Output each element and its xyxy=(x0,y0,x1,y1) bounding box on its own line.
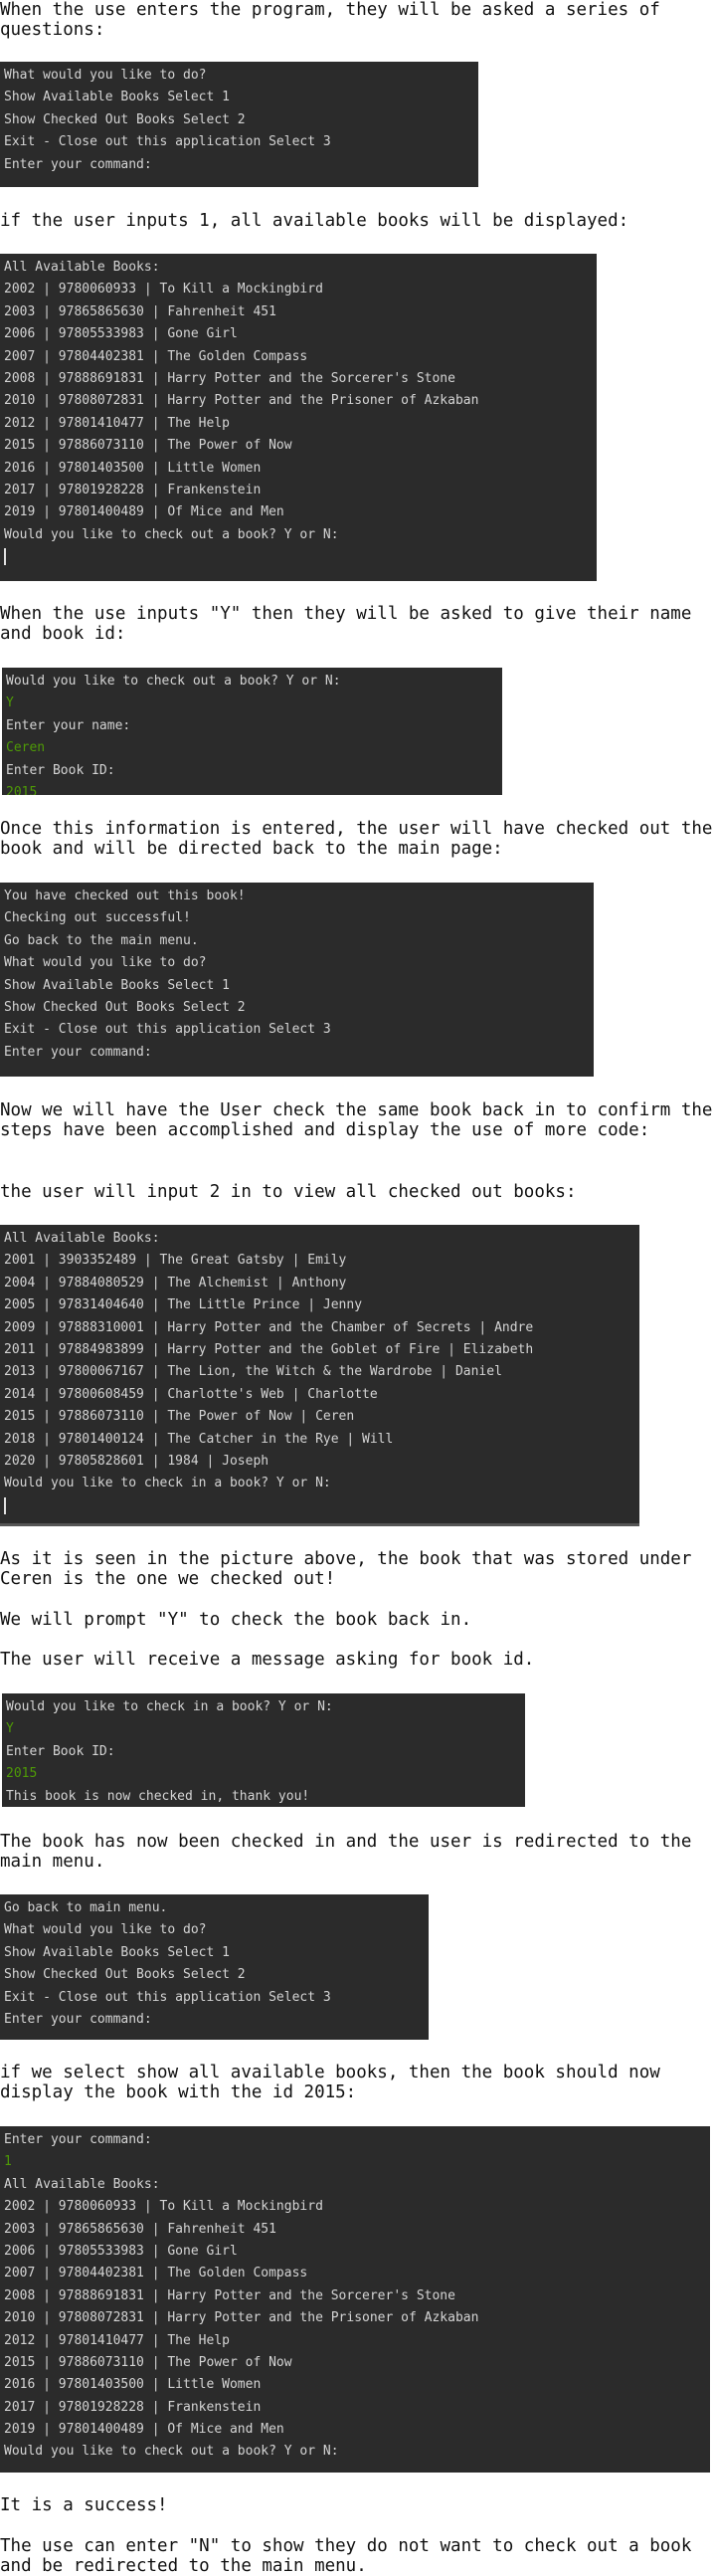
paragraph-checked-in: The book has now been checked in and the… xyxy=(0,1832,702,1872)
terminal-line: Enter Book ID: xyxy=(6,1743,115,1759)
terminal-line: 2015 | 97886073110 | The Power of Now xyxy=(4,2354,292,2370)
terminal-line: Exit - Close out this application Select… xyxy=(4,1989,331,2005)
paragraph-prompt-y: We will prompt "Y" to check the book bac… xyxy=(0,1610,472,1630)
terminal-line: Go back to main menu. xyxy=(4,1900,168,1915)
terminal-line: 2006 | 97805533983 | Gone Girl xyxy=(4,326,238,342)
terminal-checked-out-books: All Available Books: 2001 | 3903352489 |… xyxy=(0,1225,639,1526)
terminal-line: 2002 | 9780060933 | To Kill a Mockingbir… xyxy=(4,2199,323,2215)
terminal-line: All Available Books: xyxy=(4,1231,160,1246)
terminal-line: Would you like to check out a book? Y or… xyxy=(6,674,341,689)
paragraph-input-one: if the user inputs 1, all available book… xyxy=(0,211,629,231)
terminal-line: 2011 | 97884983899 | Harry Potter and th… xyxy=(4,1341,534,1357)
paragraph-intro: When the use enters the program, they wi… xyxy=(0,0,671,40)
paragraph-show-available: if we select show all available books, t… xyxy=(0,2063,671,2102)
terminal-line: 2003 | 97865865630 | Fahrenheit 451 xyxy=(4,2221,276,2237)
terminal-checkout-success: You have checked out this book! Checking… xyxy=(0,883,594,1077)
terminal-line: 2012 | 97801410477 | The Help xyxy=(4,415,230,431)
terminal-back-to-menu: Go back to main menu. What would you lik… xyxy=(0,1894,429,2040)
terminal-cursor-line[interactable] xyxy=(4,546,593,568)
terminal-line: Go back to the main menu. xyxy=(4,932,199,948)
text-cursor xyxy=(4,1496,6,1514)
terminal-line: 2018 | 97801400124 | The Catcher in the … xyxy=(4,1431,394,1447)
terminal-line: 2012 | 97801410477 | The Help xyxy=(4,2332,230,2348)
terminal-line: Would you like to check out a book? Y or… xyxy=(4,526,339,542)
terminal-line: Enter your name: xyxy=(6,717,131,733)
terminal-line: Show Checked Out Books Select 2 xyxy=(4,1967,246,1983)
terminal-checkout-prompt: Would you like to check out a book? Y or… xyxy=(2,668,502,795)
paragraph-seen-above: As it is seen in the picture above, the … xyxy=(0,1549,702,1589)
paragraph-book-id-message: The user will receive a message asking f… xyxy=(0,1650,535,1670)
terminal-line: All Available Books: xyxy=(4,260,160,275)
terminal-line: 2010 | 97808072831 | Harry Potter and th… xyxy=(4,393,479,409)
terminal-line: 2001 | 3903352489 | The Great Gatsby | E… xyxy=(4,1253,347,1269)
document-page: When the use enters the program, they wi… xyxy=(0,0,715,2576)
terminal-line: 2017 | 97801928228 | Frankenstein xyxy=(4,482,262,497)
terminal-line: Exit - Close out this application Select… xyxy=(4,134,331,150)
terminal-available-books-updated: Enter your command: 1 All Available Book… xyxy=(0,2126,710,2473)
terminal-line: 2005 | 97831404640 | The Little Prince |… xyxy=(4,1297,363,1313)
terminal-line: 2007 | 97804402381 | The Golden Compass xyxy=(4,348,308,364)
terminal-line: Would you like to check in a book? Y or … xyxy=(6,1699,333,1714)
terminal-cursor-line[interactable] xyxy=(4,1495,635,1517)
user-input-line: Y xyxy=(6,1721,14,1737)
terminal-line: 2014 | 97800608459 | Charlotte's Web | C… xyxy=(4,1386,378,1402)
terminal-line: 2010 | 97808072831 | Harry Potter and th… xyxy=(4,2310,479,2326)
terminal-line: Enter Book ID: xyxy=(6,762,115,778)
terminal-line: 2008 | 97888691831 | Harry Potter and th… xyxy=(4,2287,455,2303)
terminal-checkin-prompt: Would you like to check in a book? Y or … xyxy=(2,1693,525,1807)
terminal-line: Show Checked Out Books Select 2 xyxy=(4,111,246,127)
paragraph-check-back-in: Now we will have the User check the same… xyxy=(0,1100,713,1140)
terminal-line: 2019 | 97801400489 | Of Mice and Men xyxy=(4,2422,284,2438)
terminal-line: Enter your command: xyxy=(4,2132,152,2147)
terminal-line: 2015 | 97886073110 | The Power of Now | … xyxy=(4,1409,355,1425)
terminal-line: 2007 | 97804402381 | The Golden Compass xyxy=(4,2266,308,2281)
terminal-line: What would you like to do? xyxy=(4,1922,207,1938)
terminal-line: 2006 | 97805533983 | Gone Girl xyxy=(4,2243,238,2259)
terminal-line: 2017 | 97801928228 | Frankenstein xyxy=(4,2399,262,2415)
user-input-line: 1 xyxy=(4,2154,12,2170)
terminal-line: Enter your command: xyxy=(4,2011,152,2027)
terminal-line: Show Available Books Select 1 xyxy=(4,90,230,105)
paragraph-success: It is a success! xyxy=(0,2495,168,2515)
terminal-line: Show Checked Out Books Select 2 xyxy=(4,999,246,1015)
paragraph-input-y: When the use inputs "Y" then they will b… xyxy=(0,604,702,644)
terminal-line: Show Available Books Select 1 xyxy=(4,1944,230,1960)
terminal-line: 2019 | 97801400489 | Of Mice and Men xyxy=(4,504,284,520)
terminal-line: 2013 | 97800067167 | The Lion, the Witch… xyxy=(4,1364,502,1380)
paragraph-input-two: the user will input 2 in to view all che… xyxy=(0,1182,577,1202)
terminal-line: Would you like to check in a book? Y or … xyxy=(4,1476,331,1491)
terminal-line: Show Available Books Select 1 xyxy=(4,977,230,993)
terminal-line: 2002 | 9780060933 | To Kill a Mockingbir… xyxy=(4,282,323,297)
terminal-line: What would you like to do? xyxy=(4,955,207,971)
terminal-line: 2008 | 97888691831 | Harry Potter and th… xyxy=(4,370,455,386)
terminal-available-books: All Available Books: 2002 | 9780060933 |… xyxy=(0,254,597,581)
terminal-line: This book is now checked in, thank you! xyxy=(6,1788,310,1804)
terminal-line: 2020 | 97805828601 | 1984 | Joseph xyxy=(4,1453,269,1469)
terminal-line: 2016 | 97801403500 | Little Women xyxy=(4,460,262,476)
terminal-line: Enter your command: xyxy=(4,156,152,172)
user-input-line: 2015 xyxy=(6,1766,38,1782)
terminal-line: Exit - Close out this application Select… xyxy=(4,1022,331,1038)
terminal-main-menu: What would you like to do? Show Availabl… xyxy=(0,62,478,187)
terminal-line: 2004 | 97884080529 | The Alchemist | Ant… xyxy=(4,1275,347,1290)
terminal-line: Would you like to check out a book? Y or… xyxy=(4,2444,339,2460)
user-input-line: Y xyxy=(6,695,14,711)
terminal-line: Enter your command: xyxy=(4,1044,152,1060)
terminal-line: All Available Books: xyxy=(4,2176,160,2192)
text-cursor xyxy=(4,548,6,566)
terminal-line: What would you like to do? xyxy=(4,68,207,83)
user-input-line: Ceren xyxy=(6,740,46,756)
terminal-line: 2015 | 97886073110 | The Power of Now xyxy=(4,438,292,454)
user-input-line: 2015 xyxy=(6,784,38,795)
terminal-line: 2009 | 97888310001 | Harry Potter and th… xyxy=(4,1319,534,1335)
terminal-line: 2003 | 97865865630 | Fahrenheit 451 xyxy=(4,303,276,319)
paragraph-checked-out: Once this information is entered, the us… xyxy=(0,819,713,859)
terminal-line: Checking out successful! xyxy=(4,910,191,926)
terminal-line: You have checked out this book! xyxy=(4,889,246,903)
terminal-line: 2016 | 97801403500 | Little Women xyxy=(4,2377,262,2393)
paragraph-enter-n: The use can enter "N" to show they do no… xyxy=(0,2536,702,2576)
